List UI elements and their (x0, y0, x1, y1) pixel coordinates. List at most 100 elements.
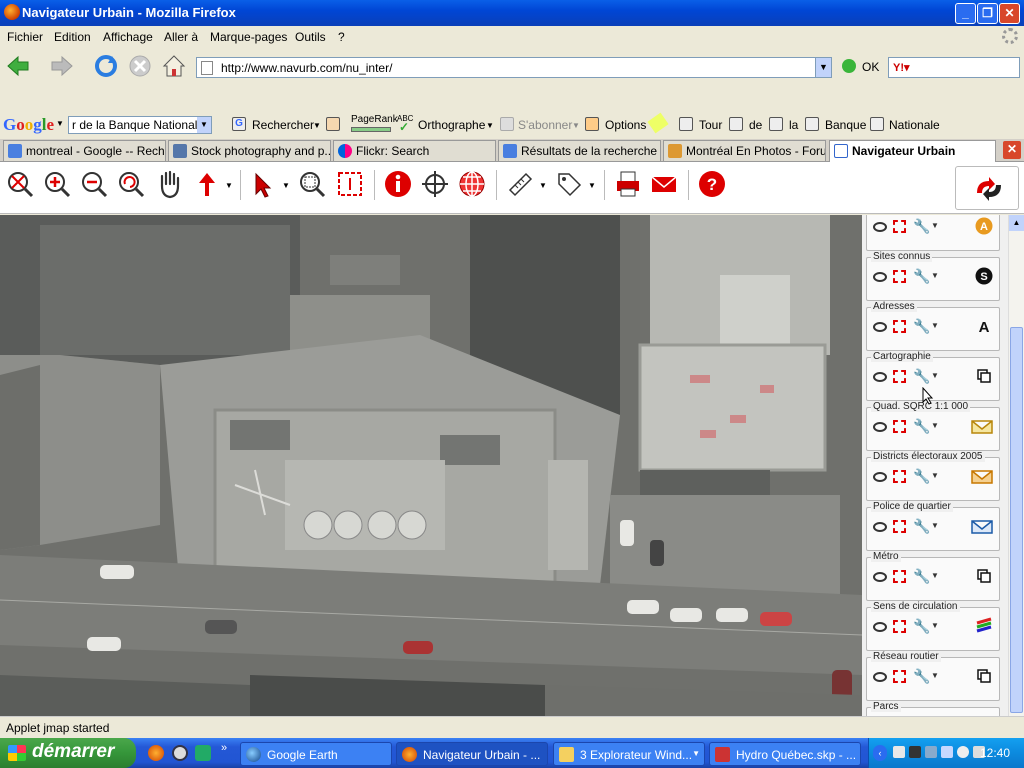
print-icon[interactable] (614, 170, 642, 198)
search-word-de[interactable]: de (749, 118, 762, 132)
select-layer-icon[interactable] (893, 470, 906, 483)
select-arrow-icon[interactable] (250, 170, 278, 198)
menu-help[interactable]: ? (338, 30, 345, 44)
options-button[interactable]: Options (605, 118, 646, 132)
wrench-icon[interactable]: 🔧 (913, 418, 930, 435)
tab-stock-photography[interactable]: Stock photography and p... (168, 140, 331, 161)
wrench-icon[interactable]: 🔧 (913, 368, 930, 385)
layer-options-dropdown-icon[interactable]: ▼ (931, 221, 939, 230)
forward-icon[interactable] (48, 53, 76, 79)
visibility-eye-icon[interactable] (873, 272, 887, 282)
go-button[interactable]: OK (842, 59, 879, 74)
select-layer-icon[interactable] (893, 520, 906, 533)
task-google-earth[interactable]: Google Earth (240, 742, 392, 766)
layer-options-dropdown-icon[interactable]: ▼ (931, 371, 939, 380)
tab-montreal-photos[interactable]: Montréal En Photos - Forum (663, 140, 826, 161)
layer-panel-scrollbar[interactable]: ▲ (1008, 215, 1024, 716)
select-layer-icon[interactable] (893, 370, 906, 383)
zoom-previous-icon[interactable] (117, 170, 145, 198)
select-layer-icon[interactable] (893, 420, 906, 433)
visibility-eye-icon[interactable] (873, 572, 887, 582)
visibility-eye-icon[interactable] (873, 422, 887, 432)
reload-icon[interactable] (92, 53, 120, 79)
wrench-icon[interactable]: 🔧 (913, 568, 930, 585)
select-layer-icon[interactable] (893, 220, 906, 233)
quicklaunch-more-icon[interactable]: » (221, 742, 227, 754)
google-search-value[interactable]: r de la Banque Nationale (72, 118, 204, 132)
aerial-map[interactable] (0, 215, 862, 716)
aerial-imagery[interactable] (0, 215, 862, 716)
close-button[interactable]: ✕ (999, 3, 1020, 24)
search-word-icon[interactable] (769, 117, 783, 131)
yahoo-search-icon[interactable]: Y!▾ (893, 61, 910, 74)
pan-hand-icon[interactable] (154, 168, 186, 200)
layer-options-dropdown-icon[interactable]: ▼ (931, 571, 939, 580)
google-search-input[interactable]: r de la Banque Nationale ▼ (68, 116, 212, 134)
task-sketchup[interactable]: Hydro Québec.skp - ... (709, 742, 861, 766)
rechercher-button[interactable]: Rechercher (252, 118, 314, 132)
tray-icon[interactable] (909, 746, 921, 758)
task-navigateur-urbain[interactable]: Navigateur Urbain - ... (396, 742, 548, 766)
tab-google-search[interactable]: montreal - Google -- Rech... (3, 140, 166, 161)
scrollbar-thumb[interactable] (1010, 327, 1023, 713)
back-icon[interactable] (4, 53, 32, 79)
rechercher-dropdown-icon[interactable]: ▼ (313, 121, 321, 130)
home-icon[interactable] (160, 53, 188, 79)
search-word-icon[interactable] (805, 117, 819, 131)
google-search-dropdown-icon[interactable]: ▼ (197, 117, 211, 133)
measure-dropdown-icon[interactable]: ▼ (539, 181, 547, 190)
tab-resultats[interactable]: Résultats de la recherche ... (498, 140, 661, 161)
options-icon[interactable] (585, 117, 599, 131)
media-player-icon[interactable] (172, 745, 188, 761)
url-dropdown-icon[interactable]: ▼ (815, 58, 831, 77)
firefox-quicklaunch-icon[interactable] (148, 745, 164, 761)
wrench-icon[interactable]: 🔧 (913, 218, 930, 235)
zoom-extent-icon[interactable] (6, 170, 34, 198)
tray-icon[interactable] (893, 746, 905, 758)
search-word-icon[interactable] (679, 117, 693, 131)
orthographe-dropdown-icon[interactable]: ▼ (486, 121, 494, 130)
url-text[interactable]: http://www.navurb.com/nu_inter/ (221, 61, 392, 75)
visibility-eye-icon[interactable] (873, 472, 887, 482)
north-arrow-icon[interactable] (193, 170, 221, 198)
help-icon[interactable]: ? (698, 170, 726, 198)
menu-aller[interactable]: Aller à (164, 30, 198, 44)
orthographe-button[interactable]: Orthographe (418, 118, 485, 132)
menu-fichier[interactable]: Fichier (7, 30, 43, 44)
search-word-tour[interactable]: Tour (699, 118, 722, 132)
layer-options-dropdown-icon[interactable]: ▼ (931, 421, 939, 430)
locate-crosshair-icon[interactable] (421, 170, 449, 198)
visibility-eye-icon[interactable] (873, 622, 887, 632)
menu-marque-pages[interactable]: Marque-pages (210, 30, 287, 44)
wrench-icon[interactable]: 🔧 (913, 668, 930, 685)
wrench-icon[interactable]: 🔧 (913, 518, 930, 535)
select-layer-icon[interactable] (893, 670, 906, 683)
select-zone-icon[interactable] (336, 170, 364, 198)
select-dropdown-icon[interactable]: ▼ (282, 181, 290, 190)
start-button[interactable]: démarrer (0, 738, 136, 768)
minimize-button[interactable]: _ (955, 3, 976, 24)
email-icon[interactable] (650, 170, 678, 198)
select-layer-icon[interactable] (893, 320, 906, 333)
rss-icon[interactable] (500, 117, 514, 131)
sabonner-dropdown-icon[interactable]: ▼ (572, 121, 580, 130)
clock[interactable]: 12:40 (980, 746, 1010, 760)
zoom-in-icon[interactable] (43, 170, 71, 198)
layer-options-dropdown-icon[interactable]: ▼ (931, 671, 939, 680)
search-word-icon[interactable] (729, 117, 743, 131)
menu-edition[interactable]: Edition (54, 30, 91, 44)
url-bar[interactable]: http://www.navurb.com/nu_inter/ ▼ (196, 57, 832, 78)
task-explorateur-windows[interactable]: 3 Explorateur Wind... ▼ (553, 742, 705, 766)
scroll-up-icon[interactable]: ▲ (1009, 215, 1024, 231)
tray-expand-icon[interactable]: ‹ (873, 745, 887, 761)
zoom-out-icon[interactable] (80, 170, 108, 198)
google-g-icon[interactable]: G (232, 117, 246, 131)
zoom-box-icon[interactable] (298, 170, 326, 198)
visibility-eye-icon[interactable] (873, 522, 887, 532)
menu-outils[interactable]: Outils (295, 30, 326, 44)
wrench-icon[interactable]: 🔧 (913, 268, 930, 285)
select-layer-icon[interactable] (893, 620, 906, 633)
refresh-map-button[interactable] (955, 166, 1019, 210)
search-word-icon[interactable] (870, 117, 884, 131)
select-layer-icon[interactable] (893, 570, 906, 583)
